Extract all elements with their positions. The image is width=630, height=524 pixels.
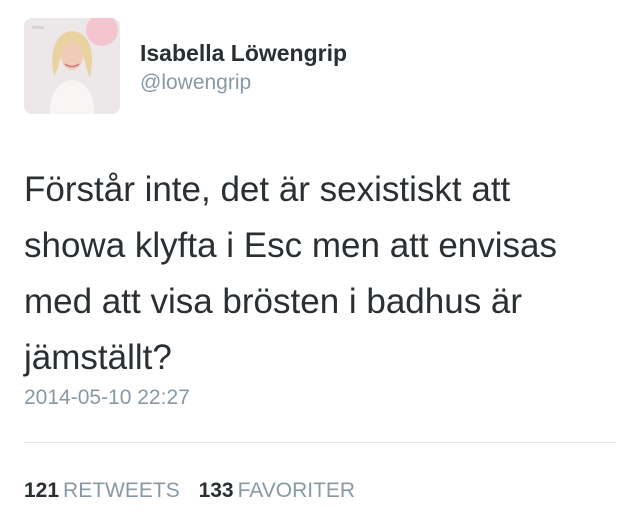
divider xyxy=(24,442,616,443)
tweet-timestamp: 2014-05-10 22:27 xyxy=(24,386,190,409)
favorites-label: FAVORITER xyxy=(237,479,356,502)
retweets-count: 121 xyxy=(24,479,60,502)
tweet-stats: 121 RETWEETS 133 FAVORITER xyxy=(24,479,368,503)
retweets-label: RETWEETS xyxy=(63,479,180,502)
user-handle[interactable]: @lowengrip xyxy=(140,71,251,95)
profile-photo xyxy=(24,18,120,114)
favorites-count: 133 xyxy=(198,479,234,502)
avatar[interactable] xyxy=(24,18,120,114)
user-name[interactable]: Isabella Löwengrip xyxy=(140,40,347,67)
favorites-stat[interactable]: 133 FAVORITER xyxy=(199,479,356,503)
tweet-text: Förstår inte, det är sexistiskt att show… xyxy=(24,170,557,377)
retweets-stat[interactable]: 121 RETWEETS xyxy=(24,479,180,503)
